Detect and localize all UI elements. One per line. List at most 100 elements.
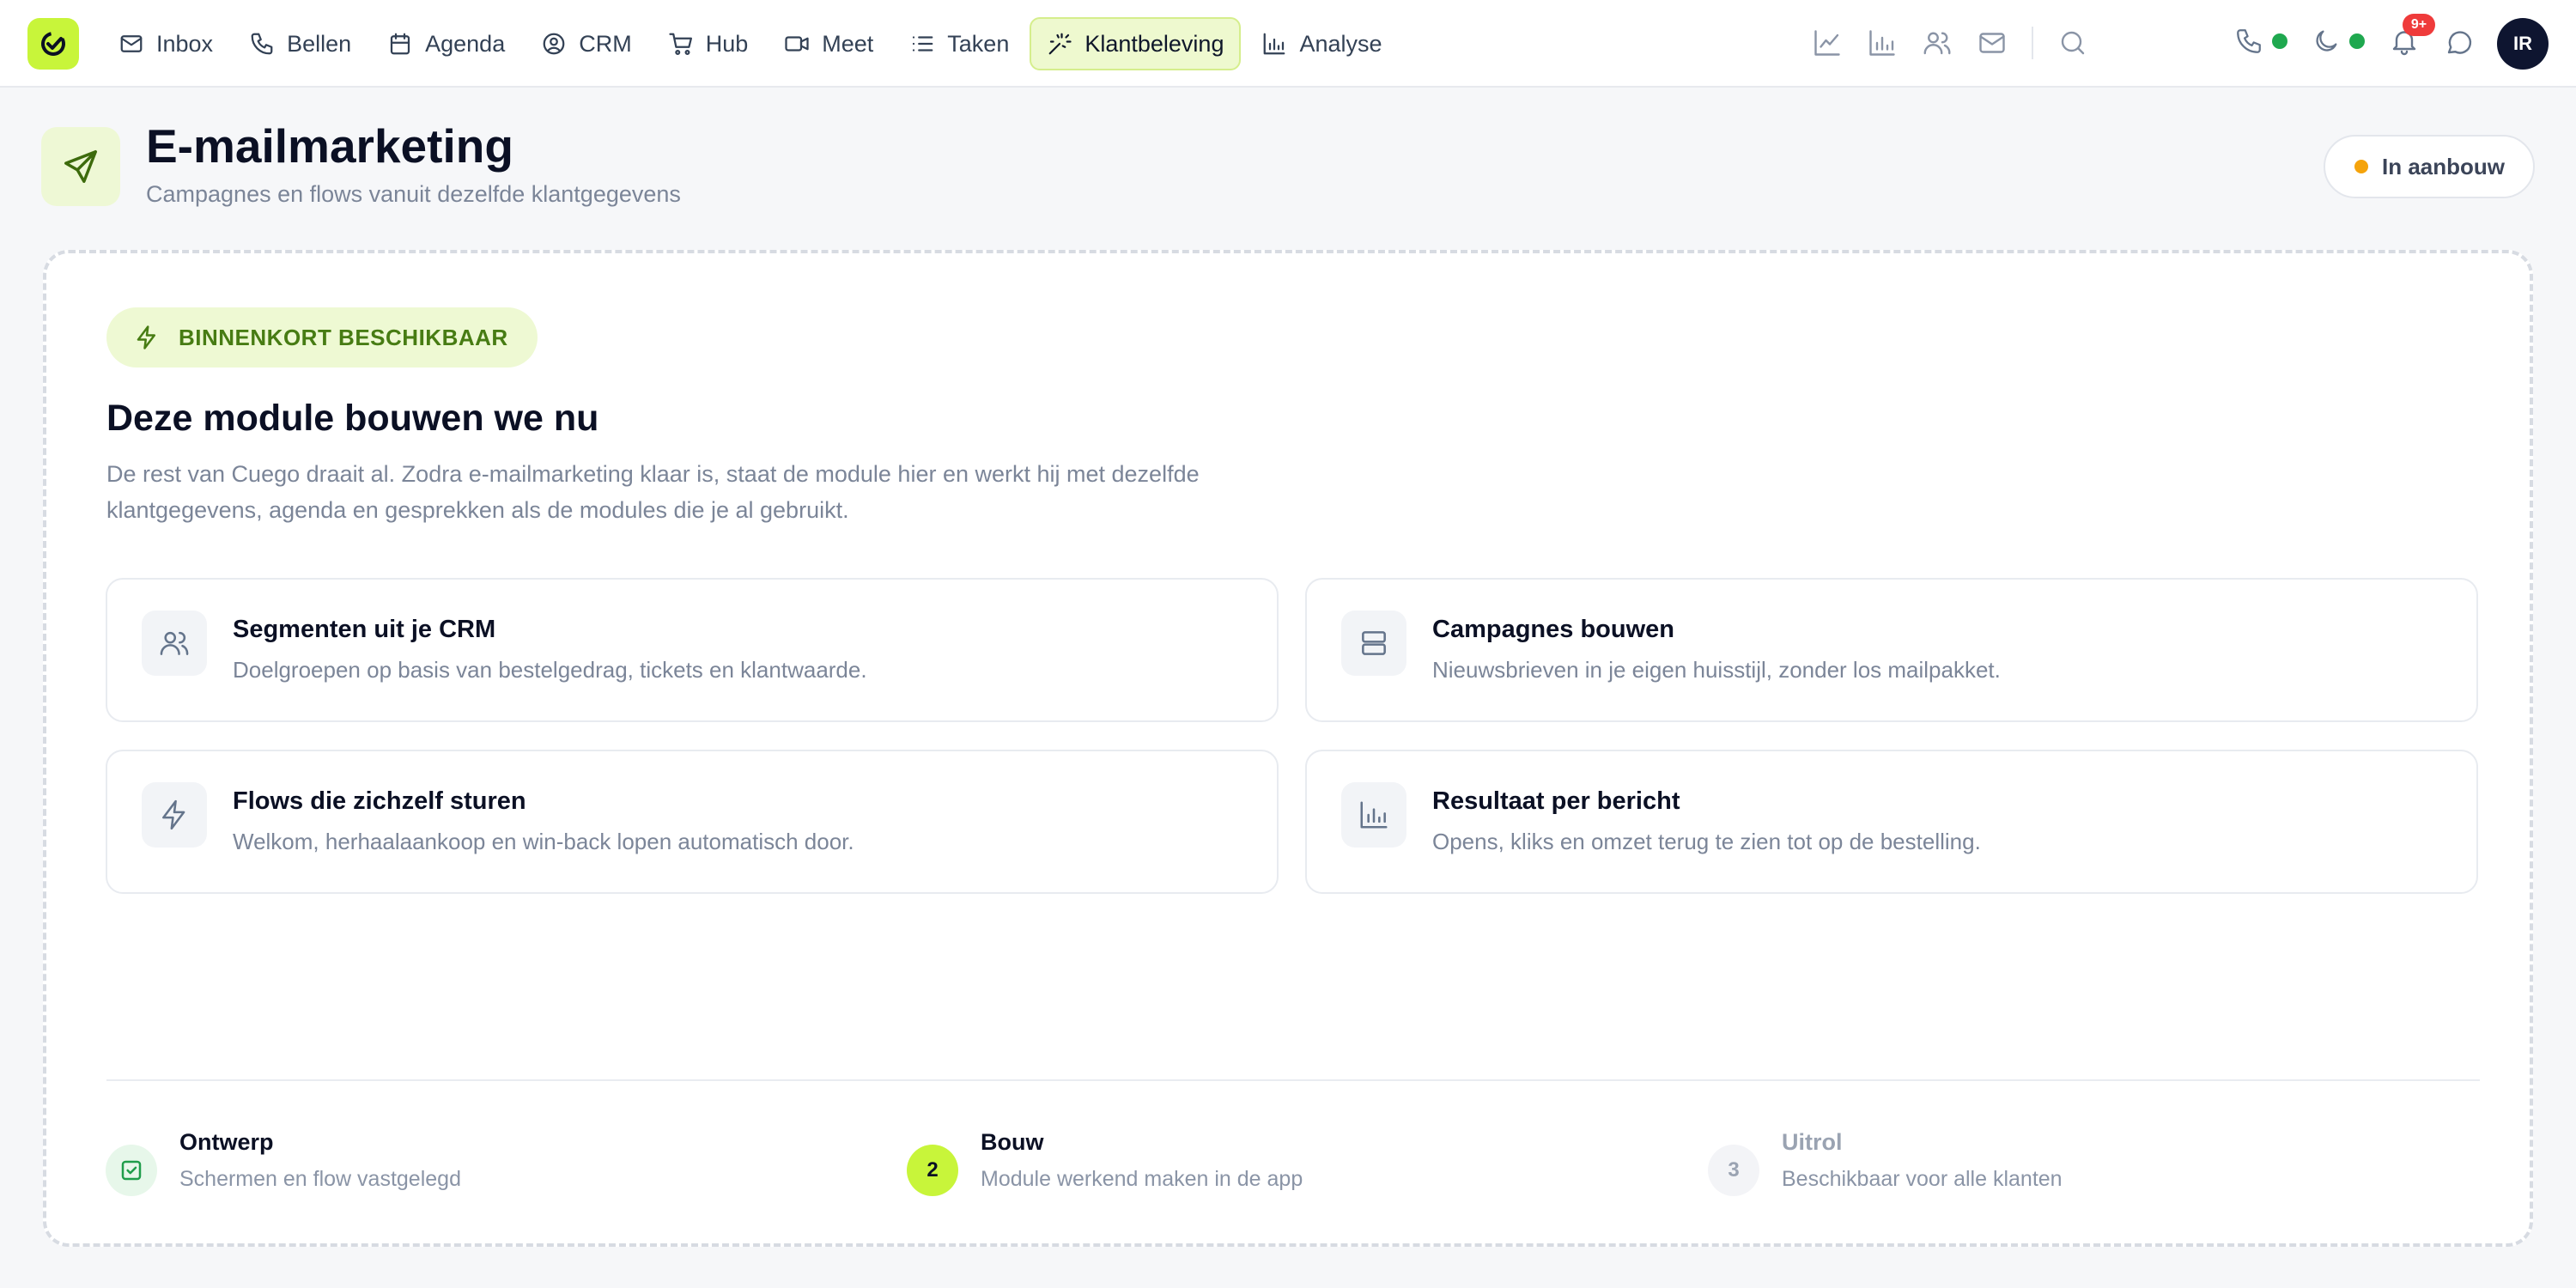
- nav-item-meet[interactable]: Meet: [769, 17, 889, 70]
- online-indicator: [2272, 33, 2287, 49]
- nav-item-label: Agenda: [425, 30, 506, 57]
- layout-icon: [1362, 631, 1386, 655]
- main-nav: Inbox Bellen Agenda CRM Hub Meet Taken K…: [103, 17, 1398, 70]
- badge-label: BINNENKORT BESCHIKBAAR: [179, 324, 508, 350]
- step-description: Beschikbaar voor alle klanten: [1782, 1167, 2063, 1191]
- bar-chart-icon: [1360, 801, 1388, 829]
- step-done-marker: [106, 1145, 157, 1196]
- nav-item-label: Hub: [705, 30, 749, 57]
- list-icon: [913, 36, 933, 52]
- theme-status[interactable]: [2312, 27, 2365, 56]
- notification-badge: 9+: [2403, 14, 2435, 36]
- step-number: 3: [1708, 1145, 1759, 1196]
- bolt-icon: [162, 799, 185, 830]
- bolt-icon: [137, 325, 155, 349]
- status-badge: In aanbouw: [2324, 135, 2535, 198]
- nav-item-hub[interactable]: Hub: [653, 17, 764, 70]
- video-icon: [785, 36, 809, 52]
- section-description: De rest van Cuego draait al. Zodra e-mai…: [106, 461, 1200, 523]
- status-dot: [2354, 160, 2368, 173]
- feature-description: Welkom, herhaalaankoop en win-back lopen…: [233, 829, 854, 854]
- quick-tools: [1812, 27, 2088, 59]
- nav-item-label: CRM: [579, 30, 632, 57]
- users-icon: [1923, 32, 1951, 55]
- search-button[interactable]: [2057, 27, 2088, 58]
- step-description: Schermen en flow vastgelegd: [179, 1167, 461, 1191]
- nav-item-label: Inbox: [156, 30, 214, 57]
- feature-title: Campagnes bouwen: [1432, 616, 1674, 643]
- search-icon: [2061, 31, 2085, 55]
- calendar-icon: [391, 33, 410, 55]
- feature-description: Opens, kliks en omzet terug te zien tot …: [1432, 829, 1981, 854]
- app-logo[interactable]: [27, 18, 79, 70]
- nav-item-label: Klantbeleving: [1084, 30, 1224, 57]
- nav-item-taken[interactable]: Taken: [894, 17, 1024, 70]
- trend-button[interactable]: [1812, 27, 1843, 58]
- chat-button[interactable]: [2444, 27, 2475, 58]
- step-number: 2: [907, 1145, 958, 1196]
- coming-soon-badge: BINNENKORT BESCHIKBAAR: [106, 307, 538, 368]
- feature-description: Nieuwsbrieven in je eigen huisstijl, zon…: [1432, 657, 2001, 683]
- nav-item-label: Bellen: [287, 30, 352, 57]
- phone-icon: [2237, 29, 2261, 53]
- page-subtitle: Campagnes en flows vanuit dezelfde klant…: [146, 181, 681, 207]
- step-title: Bouw: [981, 1129, 1044, 1155]
- chat-bubble-icon: [2447, 31, 2472, 54]
- nav-item-crm[interactable]: CRM: [526, 17, 647, 70]
- page-title: E-mailmarketing: [146, 119, 513, 173]
- step-title: Ontwerp: [179, 1129, 274, 1155]
- feature-card: Segmenten uit je CRM Doelgroepen op basi…: [106, 578, 1279, 722]
- nav-item-agenda[interactable]: Agenda: [372, 17, 520, 70]
- stats-button[interactable]: [1867, 27, 1898, 58]
- mail-icon: [120, 35, 143, 52]
- feature-icon: [1341, 611, 1406, 676]
- feature-title: Resultaat per bericht: [1432, 787, 1680, 815]
- coming-soon-panel: BINNENKORT BESCHIKBAAR Deze module bouwe…: [43, 250, 2533, 1247]
- nav-item-label: Meet: [822, 30, 874, 57]
- step-description: Module werkend maken in de app: [981, 1167, 1303, 1191]
- nav-item-klantbeleving[interactable]: Klantbeleving: [1030, 17, 1242, 70]
- phone-icon: [251, 33, 273, 55]
- feature-icon: [142, 611, 207, 676]
- user-circle-icon: [543, 33, 565, 55]
- section-heading: Deze module bouwen we nu: [106, 398, 599, 439]
- feature-card: Resultaat per bericht Opens, kliks en om…: [1305, 750, 2478, 894]
- mail-icon: [1979, 33, 2005, 53]
- bar-chart-icon: [1264, 33, 1285, 55]
- phone-status[interactable]: [2234, 27, 2287, 56]
- toolbar-divider: [2032, 27, 2033, 59]
- feature-title: Flows die zichzelf sturen: [233, 787, 526, 815]
- feature-description: Doelgroepen op basis van bestelgedrag, t…: [233, 657, 867, 683]
- step-uitrol: 3 Uitrol Beschikbaar voor alle klanten: [1708, 1129, 2481, 1206]
- users-icon: [160, 631, 189, 655]
- sparkle-icon: [1048, 33, 1072, 55]
- step-bouw: 2 Bouw Module werkend maken in de app: [907, 1129, 1680, 1206]
- status-label: In aanbouw: [2382, 153, 2505, 179]
- step-title: Uitrol: [1782, 1129, 1843, 1155]
- bar-chart-icon: [1869, 30, 1895, 56]
- nav-item-label: Analyse: [1299, 30, 1382, 57]
- line-chart-icon: [1814, 30, 1840, 56]
- cart-icon: [669, 33, 692, 55]
- feature-icon: [142, 782, 207, 848]
- moon-icon: [2316, 30, 2337, 52]
- feature-card: Campagnes bouwen Nieuwsbrieven in je eig…: [1305, 578, 2478, 722]
- user-avatar[interactable]: IR: [2497, 18, 2549, 70]
- top-navigation: Inbox Bellen Agenda CRM Hub Meet Taken K…: [0, 0, 2576, 88]
- mail-button[interactable]: [1977, 27, 2008, 58]
- feature-title: Segmenten uit je CRM: [233, 616, 496, 643]
- feature-icon: [1341, 782, 1406, 848]
- nav-item-analyse[interactable]: Analyse: [1246, 17, 1397, 70]
- nav-item-bellen[interactable]: Bellen: [234, 17, 367, 70]
- nav-item-label: Taken: [947, 30, 1010, 57]
- module-icon: [41, 127, 120, 206]
- online-indicator: [2349, 33, 2365, 49]
- step-ontwerp: Ontwerp Schermen en flow vastgelegd: [106, 1129, 878, 1206]
- feature-card: Flows die zichzelf sturen Welkom, herhaa…: [106, 750, 1279, 894]
- contacts-button[interactable]: [1922, 27, 1953, 58]
- steps-divider: [106, 1079, 2480, 1081]
- nav-item-inbox[interactable]: Inbox: [103, 17, 228, 70]
- check-square-icon: [121, 1160, 142, 1181]
- logo-icon: [41, 32, 65, 56]
- send-icon: [64, 150, 97, 183]
